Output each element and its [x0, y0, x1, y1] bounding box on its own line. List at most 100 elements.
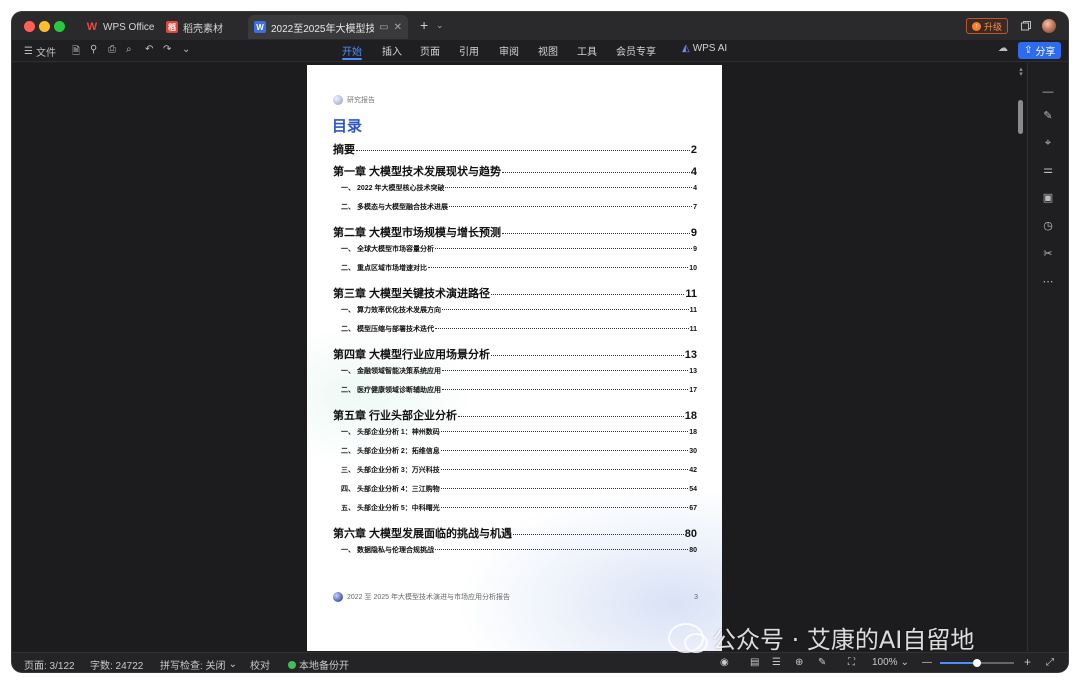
toc-section-entry[interactable]: 一、 全球大模型市场容量分析 9 — [333, 244, 697, 254]
tab-docer[interactable]: 稻 稻壳素材 — [158, 16, 231, 38]
toc-entry-label: 一、 2022 年大模型核心技术突破 — [341, 185, 445, 192]
scrollbar-thumb[interactable] — [1018, 100, 1023, 134]
zoom-slider[interactable] — [940, 659, 1014, 667]
image-edit-icon[interactable]: ▣ — [1041, 191, 1055, 205]
docer-icon: 稻 — [166, 21, 178, 33]
toc-entry-label: 第四章 大模型行业应用场景分析 — [333, 349, 491, 361]
toc-section-entry[interactable]: 二、 模型压缩与部署技术迭代 11 — [333, 324, 697, 334]
toc-chapter-entry[interactable]: 第五章 行业头部企业分析 18 — [333, 407, 697, 423]
format-painter-icon[interactable]: ⚲ — [90, 44, 97, 55]
toc-chapter-entry[interactable]: 摘要 2 — [333, 141, 697, 157]
toc-page-number: 42 — [689, 467, 697, 474]
file-menu-button[interactable]: ☰ 文件 — [24, 44, 56, 59]
upgrade-button[interactable]: ↑ 升级 — [966, 18, 1009, 34]
undo-icon[interactable]: ↶ — [145, 44, 153, 55]
toc-leader-dots — [440, 488, 689, 489]
minimize-window-button[interactable] — [39, 21, 50, 32]
collapse-minus-icon[interactable]: — — [1041, 85, 1055, 99]
proofread-button[interactable]: 校对 — [250, 657, 270, 672]
local-backup-status[interactable]: 本地备份开 — [288, 657, 349, 672]
web-view-icon[interactable]: ⊕ — [795, 657, 803, 668]
tab-page[interactable]: 页面 — [420, 43, 440, 58]
print-icon[interactable]: ⎙ — [108, 44, 116, 55]
tab-review[interactable]: 审阅 — [499, 43, 519, 58]
tab-view[interactable]: 视图 — [538, 43, 558, 58]
cloud-sync-icon[interactable]: ☁ — [998, 43, 1008, 54]
pen-icon[interactable]: ✎ — [1041, 109, 1055, 123]
close-window-button[interactable] — [24, 21, 35, 32]
zoom-slider-knob[interactable] — [973, 659, 981, 667]
eye-protection-icon[interactable]: ◉ — [720, 657, 729, 668]
tab-close-icon[interactable]: ✕ — [394, 22, 402, 33]
tools-icon[interactable]: ✂ — [1041, 247, 1055, 261]
more-icon[interactable]: ⋯ — [1041, 275, 1055, 289]
toc-page-number: 13 — [689, 368, 697, 375]
user-avatar[interactable] — [1042, 19, 1056, 33]
new-tab-plus-icon[interactable]: + — [420, 18, 428, 32]
zoom-dropdown[interactable]: 100% ⌄ — [872, 657, 909, 668]
tab-member[interactable]: 会员专享 — [616, 43, 656, 58]
toc-entry-label: 二、 多模态与大模型融合技术进展 — [341, 204, 448, 211]
tab-document[interactable]: W 2022至2025年大模型技术演进与市场应用分析报告 ▭ ✕ — [248, 15, 408, 39]
toc-chapter-entry[interactable]: 第三章 大模型关键技术演进路径 11 — [333, 285, 697, 301]
print-preview-icon[interactable]: ⌕ — [126, 44, 132, 55]
adjust-sliders-icon[interactable]: ⚌ — [1041, 163, 1055, 177]
toc-section-entry[interactable]: 二、 医疗健康领域诊断辅助应用 17 — [333, 385, 697, 395]
page-indicator[interactable]: 页面: 3/122 — [24, 657, 75, 672]
hamburger-menu-icon: ☰ — [24, 46, 33, 57]
toc-page-number: 17 — [689, 387, 697, 394]
toc-section-entry[interactable]: 五、 头部企业分析 5：中科曙光 67 — [333, 503, 697, 513]
tab-home[interactable]: 开始 — [342, 43, 362, 58]
document-canvas[interactable]: 研究报告 目录 摘要 2 第一章 大模型技术发展现状与趋势 4 一、 2022 年大模型… — [12, 63, 1026, 651]
toc-section-entry[interactable]: 四、 头部企业分析 4：三江购物 54 — [333, 484, 697, 494]
save-icon[interactable]: 🗎 — [72, 44, 80, 61]
zoom-in-icon[interactable]: + — [1024, 655, 1031, 669]
vertical-scrollbar[interactable] — [1016, 63, 1026, 651]
outline-view-icon[interactable]: ☰ — [772, 657, 781, 668]
toc-entry-label: 二、 头部企业分析 2：拓维信息 — [341, 448, 440, 455]
new-tab-chevron-down-icon[interactable]: ⌄ — [436, 20, 444, 31]
toc-section-entry[interactable]: 二、 重点区域市场增速对比 10 — [333, 263, 697, 273]
tab-tools[interactable]: 工具 — [577, 43, 597, 58]
tab-insert[interactable]: 插入 — [382, 43, 402, 58]
wps-ai-button[interactable]: ◭ WPS AI — [682, 43, 727, 54]
word-count[interactable]: 字数: 24722 — [90, 657, 143, 672]
backup-status-dot-icon — [288, 660, 296, 669]
toc-leader-dots — [445, 187, 693, 188]
tab-wps-office[interactable]: W WPS Office — [78, 16, 163, 38]
toc-section-entry[interactable]: 二、 头部企业分析 2：拓维信息 30 — [333, 446, 697, 456]
toc-section-entry[interactable]: 一、 金融领域智能决策系统应用 13 — [333, 366, 697, 376]
toc-entry-label: 第六章 大模型发展面临的挑战与机遇 — [333, 528, 513, 540]
spell-check-toggle[interactable]: 拼写检查: 关闭 ⌄ — [160, 657, 237, 672]
tab-references[interactable]: 引用 — [459, 43, 479, 58]
maximize-window-button[interactable] — [54, 21, 65, 32]
toc-section-entry[interactable]: 三、 头部企业分析 3：万兴科技 42 — [333, 465, 697, 475]
toc-chapter-entry[interactable]: 第一章 大模型技术发展现状与趋势 4 — [333, 163, 697, 179]
toc-chapter-entry[interactable]: 第四章 大模型行业应用场景分析 13 — [333, 346, 697, 362]
toc-leader-dots — [441, 389, 689, 390]
select-cursor-icon[interactable]: ⌖ — [1041, 136, 1055, 150]
toc-chapter-entry[interactable]: 第六章 大模型发展面临的挑战与机遇 80 — [333, 525, 697, 541]
window-mode-icon[interactable] — [1020, 20, 1032, 32]
fullscreen-icon[interactable]: ⤢ — [1046, 657, 1054, 668]
quick-access-chevron-down-icon[interactable]: ⌄ — [182, 44, 190, 55]
tab-screen-icon[interactable]: ▭ — [379, 22, 388, 33]
toc-section-entry[interactable]: 二、 多模态与大模型融合技术进展 7 — [333, 202, 697, 212]
fit-page-icon[interactable]: ⛶ — [848, 657, 855, 668]
toc-section-entry[interactable]: 一、 头部企业分析 1：神州数码 18 — [333, 427, 697, 437]
toc-entry-label: 四、 头部企业分析 4：三江购物 — [341, 486, 440, 493]
toc-page-number: 11 — [689, 307, 697, 314]
page-view-icon[interactable]: ▤ — [750, 657, 759, 668]
scroll-up-icon[interactable]: ▴ ▾ — [1017, 66, 1025, 78]
toc-section-entry[interactable]: 一、 算力效率优化技术发展方向 11 — [333, 305, 697, 315]
write-mode-icon[interactable]: ✎ — [818, 657, 826, 668]
zoom-out-icon[interactable]: — — [922, 657, 932, 668]
toc-section-entry[interactable]: 一、 数据隐私与伦理合规挑战 80 — [333, 545, 697, 555]
zoom-slider-fill — [940, 662, 977, 664]
document-page[interactable]: 研究报告 目录 摘要 2 第一章 大模型技术发展现状与趋势 4 一、 2022 年大模型… — [307, 65, 722, 651]
toc-chapter-entry[interactable]: 第二章 大模型市场规模与增长预测 9 — [333, 224, 697, 240]
redo-icon[interactable]: ↷ — [163, 44, 171, 55]
share-button[interactable]: ⇪ 分享 — [1018, 42, 1062, 59]
toc-section-entry[interactable]: 一、 2022 年大模型核心技术突破 4 — [333, 183, 697, 193]
history-clock-icon[interactable]: ◷ — [1041, 219, 1055, 233]
